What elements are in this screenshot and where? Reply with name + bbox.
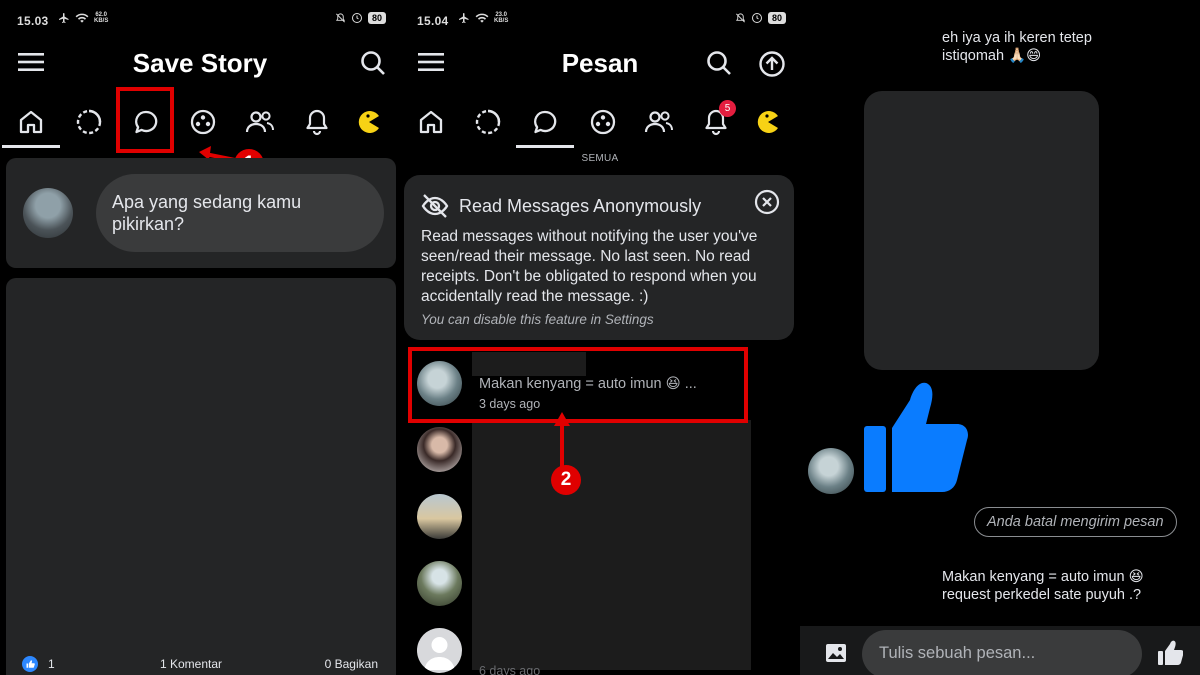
story-ring-icon	[76, 109, 102, 135]
contact-avatar[interactable]	[417, 427, 462, 472]
user-avatar[interactable]	[23, 188, 73, 238]
anon-card-body: Read messages without notifying the user…	[421, 228, 758, 305]
composer-card: Apa yang sedang kamu pikirkan?	[6, 158, 396, 268]
filter-label-all[interactable]: SEMUA	[400, 153, 800, 164]
groups-icon	[590, 109, 616, 135]
status-time: 15.03	[17, 14, 49, 28]
home-icon	[419, 110, 443, 134]
anonymous-read-card: Read Messages Anonymously Read messages …	[404, 175, 794, 340]
annotation-badge-2: 2	[551, 465, 581, 495]
alarm-icon	[351, 13, 362, 23]
panel-messages-list: 15.04 23.0 KB/S 80 Pesan 5 SEMUA Read Me…	[400, 0, 800, 675]
post-card: 1 1 Komentar 0 Bagikan	[6, 278, 396, 675]
pacman-icon	[358, 111, 379, 133]
friends-icon	[245, 111, 274, 133]
received-message-text: Makan kenyang = auto imun 😆 request perk…	[942, 569, 1144, 603]
app-bar: Save Story	[0, 42, 400, 86]
like-send-icon[interactable]	[1157, 640, 1183, 666]
app-title: Save Story	[132, 48, 268, 78]
mute-icon	[335, 13, 346, 23]
wifi-icon	[75, 13, 89, 23]
wifi-icon	[475, 13, 489, 23]
message-composer: Tulis sebuah pesan...	[800, 626, 1200, 675]
search-icon[interactable]	[706, 50, 732, 76]
search-icon[interactable]	[360, 50, 386, 76]
message-input[interactable]: Tulis sebuah pesan...	[862, 630, 1142, 675]
highlight-box-conversation	[408, 347, 748, 423]
share-count[interactable]: 0 Bagikan	[325, 657, 378, 671]
home-icon	[19, 110, 43, 134]
upload-arrow-icon[interactable]	[758, 50, 786, 78]
status-bar: 15.03 62.0 KB/S 80	[0, 0, 400, 40]
contact-avatar-default[interactable]	[417, 628, 462, 673]
tab-home[interactable]	[405, 98, 457, 146]
app-bar: Pesan	[400, 42, 800, 86]
redacted-media-message[interactable]	[864, 91, 1099, 370]
contact-avatar[interactable]	[417, 494, 462, 539]
tab-groups[interactable]	[177, 98, 229, 146]
image-picker-icon[interactable]	[825, 643, 847, 663]
status-time: 15.04	[417, 14, 449, 28]
redacted-list-block	[472, 420, 751, 670]
tab-stories[interactable]	[63, 98, 115, 146]
message-time: 6 days ago	[479, 664, 541, 675]
like-reaction-icon	[22, 656, 38, 672]
airplane-icon	[459, 13, 469, 23]
net-speed: 23.0 KB/S	[494, 12, 509, 24]
airplane-icon	[59, 13, 69, 23]
like-count[interactable]: 1	[48, 657, 55, 671]
eye-off-icon	[421, 194, 449, 218]
thumbs-up-icon[interactable]	[862, 380, 972, 495]
bell-icon	[306, 109, 328, 136]
tab-friends[interactable]	[633, 98, 685, 146]
battery-indicator: 80	[367, 12, 386, 24]
highlight-box-messages-tab	[116, 87, 174, 153]
panel-chat-thread: eh iya ya ih keren tetep istiqomah 🙏🏻😄 A…	[800, 0, 1200, 675]
mute-icon	[735, 13, 746, 23]
tab-friends[interactable]	[234, 98, 286, 146]
tab-pacman-menu[interactable]	[343, 98, 395, 146]
chat-bubble-icon	[534, 110, 557, 134]
tab-pacman-menu[interactable]	[742, 98, 794, 146]
close-icon[interactable]	[754, 189, 780, 215]
received-message-text: eh iya ya ih keren tetep istiqomah 🙏🏻😄	[942, 30, 1092, 64]
notification-badge: 5	[719, 100, 736, 117]
unsent-message-notice: Anda batal mengirim pesan	[974, 507, 1177, 537]
tab-notifications[interactable]	[291, 98, 343, 146]
groups-icon	[190, 109, 216, 135]
tab-bar: 5	[400, 98, 800, 148]
status-bar: 15.04 23.0 KB/S 80	[400, 0, 800, 40]
arrow-annotation-2	[554, 412, 570, 470]
tab-stories[interactable]	[462, 98, 514, 146]
story-ring-icon	[475, 109, 501, 135]
net-speed: 62.0 KB/S	[94, 12, 109, 24]
person-silhouette-icon	[424, 637, 455, 670]
app-title: Pesan	[561, 48, 639, 78]
alarm-icon	[751, 13, 762, 23]
pacman-icon	[757, 111, 778, 133]
tab-messages[interactable]	[516, 98, 574, 148]
tab-notifications[interactable]: 5	[690, 98, 742, 146]
anon-card-title: Read Messages Anonymously	[459, 196, 702, 216]
status-composer-input[interactable]: Apa yang sedang kamu pikirkan?	[96, 174, 384, 252]
tab-home[interactable]	[2, 98, 60, 148]
panel-save-story-home: 15.03 62.0 KB/S 80 Save Story Apa yang s…	[0, 0, 400, 675]
comment-count[interactable]: 1 Komentar	[160, 657, 222, 671]
contact-avatar[interactable]	[808, 448, 854, 494]
contact-avatar[interactable]	[417, 561, 462, 606]
tab-groups[interactable]	[577, 98, 629, 146]
battery-indicator: 80	[767, 12, 786, 24]
friends-icon	[644, 111, 673, 133]
anon-card-hint: You can disable this feature in Settings	[421, 312, 654, 327]
